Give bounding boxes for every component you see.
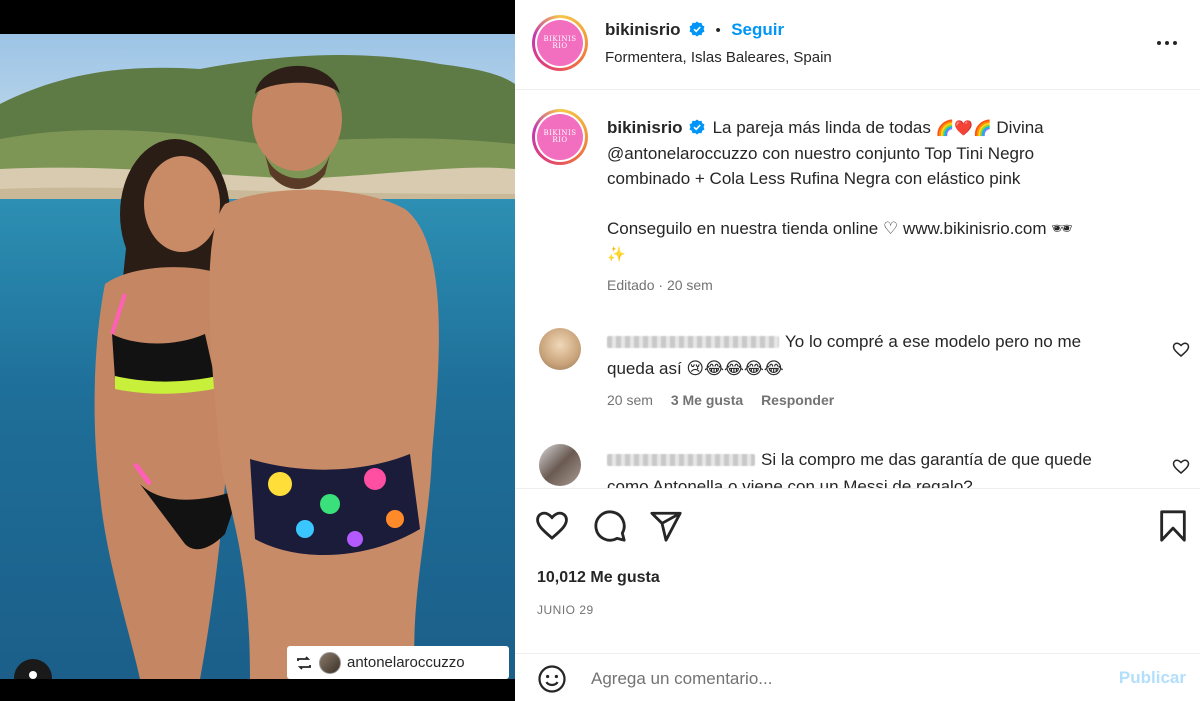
header-title-row: bikinisrio • Seguir bbox=[605, 20, 784, 40]
post-photo[interactable] bbox=[0, 34, 515, 679]
repost-attribution[interactable]: antonelaroccuzzo bbox=[287, 646, 509, 679]
verified-icon bbox=[689, 21, 705, 37]
comment-text-line2: queda así 😢😂😂😂😂 bbox=[607, 359, 784, 378]
comment-text: Si la compro me das garantía de que qued… bbox=[607, 446, 1152, 488]
caption-meta: Editado · 20 sem bbox=[607, 273, 1167, 298]
caption-username[interactable]: bikinisrio bbox=[607, 118, 683, 137]
post-header: BIKINIS RIO bikinisrio • Seguir Formente… bbox=[515, 0, 1200, 90]
repost-icon bbox=[297, 655, 311, 670]
caption-avatar[interactable]: BIKINIS RIO bbox=[532, 109, 588, 165]
comment-text-line1: Yo lo compré a ese modelo pero no me bbox=[785, 332, 1082, 351]
heart-icon[interactable] bbox=[535, 509, 569, 543]
caption-line1-text: La pareja más linda de todas bbox=[712, 118, 931, 137]
comment-reply-button[interactable]: Responder bbox=[761, 392, 834, 408]
post-location[interactable]: Formentera, Islas Baleares, Spain bbox=[605, 49, 832, 66]
commenter-avatar[interactable] bbox=[539, 328, 581, 370]
comment-like-heart-icon[interactable] bbox=[1172, 458, 1190, 476]
post-caption: bikinisrio La pareja más linda de todas … bbox=[607, 115, 1167, 298]
more-icon bbox=[1157, 41, 1161, 45]
user-tag-icon bbox=[29, 671, 37, 679]
comment-like-heart-icon[interactable] bbox=[1172, 341, 1190, 359]
post-side-panel: BIKINIS RIO bikinisrio • Seguir Formente… bbox=[515, 0, 1200, 701]
comment-meta: 20 sem 3 Me gusta Responder bbox=[607, 392, 834, 408]
caption-line2: @antonelaroccuzzo con nuestro conjunto T… bbox=[607, 144, 1035, 163]
repost-avatar bbox=[319, 651, 341, 674]
caption-time[interactable]: 20 sem bbox=[667, 277, 713, 293]
repost-username: antonelaroccuzzo bbox=[347, 654, 465, 671]
comment-input[interactable] bbox=[591, 666, 1091, 692]
photo-people bbox=[94, 65, 439, 679]
comment-icon[interactable] bbox=[593, 509, 627, 543]
comment-likes[interactable]: 3 Me gusta bbox=[671, 392, 743, 408]
comment-text: Yo lo compré a ese modelo pero no me que… bbox=[607, 328, 1147, 382]
comment-composer: Publicar bbox=[515, 653, 1200, 701]
caption-emojis: 🌈❤️🌈 bbox=[935, 119, 992, 137]
header-separator: • bbox=[715, 22, 721, 39]
commenter-username-redacted bbox=[607, 454, 755, 466]
post-date[interactable]: JUNIO 29 bbox=[537, 603, 594, 617]
comment-time[interactable]: 20 sem bbox=[607, 392, 653, 408]
brand-logo: BIKINIS RIO bbox=[537, 20, 583, 66]
likes-count[interactable]: 10,012 Me gusta bbox=[537, 569, 660, 587]
publish-button[interactable]: Publicar bbox=[1119, 668, 1186, 688]
post-actions: 10,012 Me gusta JUNIO 29 Publicar bbox=[515, 488, 1200, 701]
emoji-icon[interactable] bbox=[537, 664, 567, 694]
share-icon[interactable] bbox=[649, 509, 683, 543]
verified-icon bbox=[689, 119, 705, 135]
commenter-username-redacted bbox=[607, 336, 779, 348]
comment-text-line2: como Antonella o viene con un Messi de r… bbox=[607, 477, 973, 488]
caption-edited: Editado bbox=[607, 277, 655, 293]
comments-section[interactable]: BIKINIS RIO bikinisrio La pareja más lin… bbox=[515, 91, 1200, 488]
caption-line1-after: Divina bbox=[996, 118, 1044, 137]
more-options-button[interactable] bbox=[1152, 30, 1182, 56]
account-avatar[interactable]: BIKINIS RIO bbox=[532, 15, 588, 71]
caption-meta-separator: · bbox=[658, 277, 664, 293]
caption-line5: ✨ bbox=[607, 245, 626, 263]
caption-brand-logo: BIKINIS RIO bbox=[537, 114, 583, 160]
caption-line4: Conseguilo en nuestra tienda online ♡ ww… bbox=[607, 219, 1073, 238]
comment-text-line1: Si la compro me das garantía de que qued… bbox=[761, 450, 1092, 469]
commenter-avatar[interactable] bbox=[539, 444, 581, 486]
follow-button[interactable]: Seguir bbox=[731, 20, 784, 39]
bookmark-icon[interactable] bbox=[1156, 509, 1190, 543]
caption-line3: combinado + Cola Less Rufina Negra con e… bbox=[607, 169, 1021, 188]
account-username[interactable]: bikinisrio bbox=[605, 20, 681, 39]
post-media[interactable]: antonelaroccuzzo bbox=[0, 0, 515, 701]
